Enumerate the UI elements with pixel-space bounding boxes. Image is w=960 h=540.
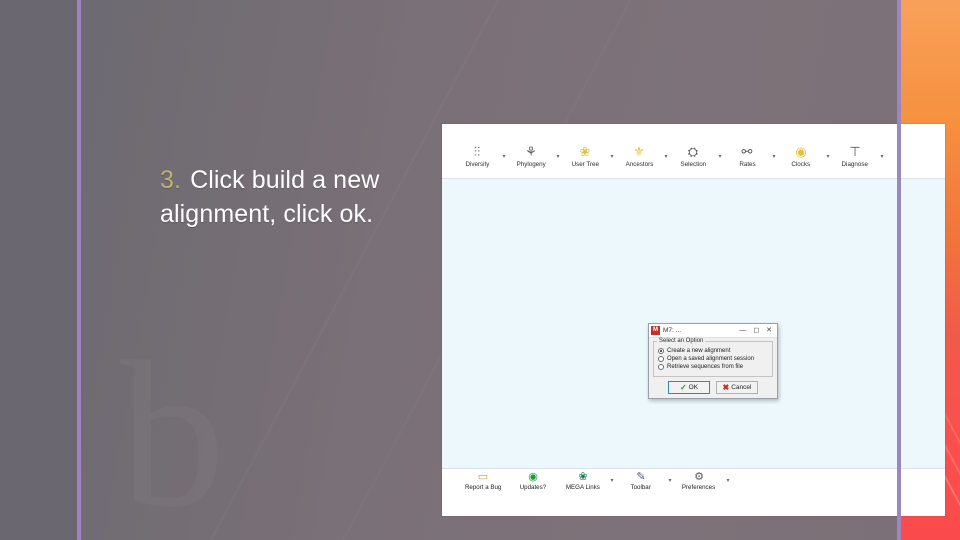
- bottom-label-preferences: Preferences: [682, 484, 716, 491]
- cancel-button-label: Cancel: [731, 384, 752, 391]
- selection-icon: ⛭: [687, 144, 699, 159]
- app-title-strip: [442, 124, 945, 141]
- mega-links-icon: ❀: [578, 471, 588, 483]
- chevron-down-icon-selection[interactable]: ▾: [716, 142, 724, 160]
- dialog-title-bar[interactable]: M M7: ... — ◻ ✕: [649, 324, 777, 338]
- radio-label-retrieve-from-file: Retrieve sequences from file: [667, 364, 744, 370]
- background-ghost-letter: b: [120, 330, 225, 540]
- chevron-down-icon-mega-links[interactable]: ▾: [608, 471, 616, 484]
- dialog-title-text: M7: ...: [663, 327, 682, 334]
- slide-step-number: 3.: [160, 166, 182, 194]
- updates-icon: ◉: [528, 471, 538, 483]
- bottom-utility-toolbar: ▭ Report a Bug ◉ Updates? ❀ MEGA Links ▾…: [442, 468, 945, 498]
- slide-text-line-1: Click build a new: [190, 166, 380, 194]
- alignment-option-dialog: M M7: ... — ◻ ✕ Select an Option Create …: [648, 323, 778, 399]
- cancel-button[interactable]: ✖ Cancel: [716, 381, 758, 394]
- left-purple-accent-line: [77, 0, 81, 540]
- ribbon-button-diagnose[interactable]: ⊤ Diagnose: [832, 142, 878, 168]
- mega-application-screenshot: ⫶⫶ Diversity ▾ ⚘ Phylogeny ▾ ❀ User Tree…: [442, 124, 945, 516]
- chevron-down-icon-rates[interactable]: ▾: [770, 142, 778, 160]
- close-icon[interactable]: ✕: [766, 327, 772, 335]
- ribbon-button-user-tree[interactable]: ❀ User Tree: [562, 142, 608, 168]
- radio-button-icon[interactable]: [658, 356, 664, 362]
- rates-icon: ⚯: [741, 144, 753, 159]
- ok-button-label: OK: [688, 384, 699, 391]
- ribbon-button-phylogeny[interactable]: ⚘ Phylogeny: [508, 142, 554, 168]
- diversity-icon: ⫶⫶: [473, 144, 481, 159]
- ribbon-label-diagnose: Diagnose: [841, 161, 869, 168]
- analysis-ribbon-toolbar: ⫶⫶ Diversity ▾ ⚘ Phylogeny ▾ ❀ User Tree…: [442, 141, 945, 179]
- ribbon-button-selection[interactable]: ⛭ Selection: [670, 142, 716, 168]
- application-workspace: M M7: ... — ◻ ✕ Select an Option Create …: [442, 179, 945, 468]
- bottom-label-mega-links: MEGA Links: [566, 484, 600, 491]
- slide-instruction-text: 3. Click build a new alignment, click ok.: [160, 164, 460, 232]
- bottom-button-updates[interactable]: ◉ Updates?: [508, 471, 558, 491]
- radio-option-open-saved-session[interactable]: Open a saved alignment session: [658, 356, 769, 362]
- bottom-label-report-a-bug: Report a Bug: [464, 484, 502, 491]
- ribbon-label-diversity: Diversity: [465, 161, 489, 168]
- chevron-down-icon-diversity[interactable]: ▾: [500, 142, 508, 160]
- bottom-button-report-a-bug[interactable]: ▭ Report a Bug: [458, 471, 508, 491]
- bottom-button-toolbar[interactable]: ✎ Toolbar: [616, 471, 666, 491]
- chevron-down-icon-diagnose[interactable]: ▾: [878, 142, 886, 160]
- ribbon-label-rates: Rates: [738, 161, 756, 168]
- preferences-icon: ⚙: [694, 471, 704, 483]
- dialog-button-row: ✓ OK ✖ Cancel: [649, 379, 777, 398]
- ribbon-button-clocks[interactable]: ◉ Clocks: [778, 142, 824, 168]
- ribbon-label-selection: Selection: [680, 161, 706, 168]
- ribbon-button-ancestors[interactable]: ⚜ Ancestors: [616, 142, 662, 168]
- bottom-label-toolbar: Toolbar: [630, 484, 652, 491]
- maximize-icon[interactable]: ◻: [753, 327, 759, 335]
- ribbon-label-clocks: Clocks: [791, 161, 811, 168]
- slide-text-line-2: alignment, click ok.: [160, 199, 374, 228]
- chevron-down-icon-ancestors[interactable]: ▾: [662, 142, 670, 160]
- minimize-icon[interactable]: —: [739, 327, 746, 335]
- chevron-down-icon-preferences[interactable]: ▾: [724, 471, 732, 484]
- radio-label-open-saved-session: Open a saved alignment session: [667, 356, 755, 362]
- ribbon-label-ancestors: Ancestors: [625, 161, 653, 168]
- radio-button-icon[interactable]: [658, 364, 664, 370]
- left-background-band: [0, 0, 77, 540]
- user-tree-icon: ❀: [579, 144, 591, 159]
- radio-option-create-new-alignment[interactable]: Create a new alignment: [658, 348, 769, 354]
- bottom-button-mega-links[interactable]: ❀ MEGA Links: [558, 471, 608, 491]
- report-bug-icon: ▭: [477, 471, 489, 483]
- phylogeny-icon: ⚘: [525, 144, 537, 159]
- chevron-down-icon-user-tree[interactable]: ▾: [608, 142, 616, 160]
- dialog-option-group: Select an Option Create a new alignment …: [653, 338, 773, 377]
- toolbar-icon: ✎: [636, 471, 646, 483]
- chevron-down-icon-phylogeny[interactable]: ▾: [554, 142, 562, 160]
- chevron-down-icon-toolbar[interactable]: ▾: [666, 471, 674, 484]
- dialog-group-label: Select an Option: [657, 338, 706, 344]
- bottom-label-updates: Updates?: [519, 484, 547, 491]
- diagnose-icon: ⊤: [849, 144, 861, 159]
- ribbon-label-phylogeny: Phylogeny: [516, 161, 546, 168]
- ribbon-button-rates[interactable]: ⚯ Rates: [724, 142, 770, 168]
- ancestors-icon: ⚜: [633, 144, 645, 159]
- bottom-button-preferences[interactable]: ⚙ Preferences: [674, 471, 724, 491]
- ribbon-group: ⫶⫶ Diversity ▾ ⚘ Phylogeny ▾ ❀ User Tree…: [454, 142, 886, 168]
- chevron-down-icon-clocks[interactable]: ▾: [824, 142, 832, 160]
- ribbon-label-user-tree: User Tree: [571, 161, 599, 168]
- clocks-icon: ◉: [795, 144, 807, 159]
- radio-label-create-new-alignment: Create a new alignment: [667, 348, 731, 354]
- right-purple-accent-line: [897, 0, 901, 540]
- checkmark-icon: ✓: [679, 383, 687, 392]
- ribbon-button-diversity[interactable]: ⫶⫶ Diversity: [454, 142, 500, 168]
- radio-button-icon-selected[interactable]: [658, 348, 664, 354]
- ok-button[interactable]: ✓ OK: [668, 381, 710, 394]
- cross-icon: ✖: [722, 383, 730, 392]
- radio-option-retrieve-from-file[interactable]: Retrieve sequences from file: [658, 364, 769, 370]
- mega-app-icon: M: [651, 326, 660, 335]
